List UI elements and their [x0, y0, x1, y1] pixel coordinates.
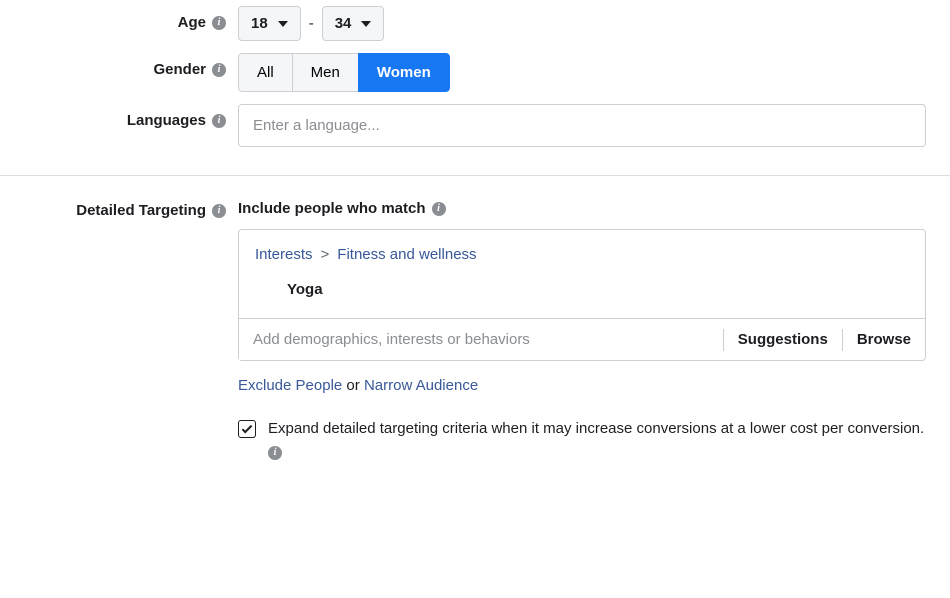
- expand-targeting-checkbox[interactable]: [238, 420, 256, 438]
- gender-option-men[interactable]: Men: [292, 53, 359, 92]
- languages-input[interactable]: [238, 104, 926, 147]
- detailed-targeting-field: Include people who match i Interests > F…: [238, 200, 950, 462]
- chevron-down-icon: [278, 21, 288, 27]
- selected-interest[interactable]: Yoga: [255, 263, 909, 298]
- languages-field: [238, 104, 950, 147]
- include-header: Include people who match i: [238, 200, 446, 217]
- chevron-down-icon: [361, 21, 371, 27]
- detailed-targeting-label-col: Detailed Targeting i: [0, 200, 238, 219]
- age-max-dropdown[interactable]: 34: [322, 6, 385, 41]
- expand-targeting-label: Expand detailed targeting criteria when …: [268, 418, 926, 462]
- gender-label-col: Gender i: [0, 53, 238, 78]
- expand-targeting-row: Expand detailed targeting criteria when …: [238, 418, 926, 462]
- gender-row: Gender i All Men Women: [0, 47, 950, 98]
- gender-field: All Men Women: [238, 53, 950, 92]
- languages-label: Languages: [127, 112, 206, 129]
- breadcrumb-separator: >: [321, 246, 330, 263]
- age-label: Age: [178, 14, 206, 31]
- section-divider: [0, 175, 950, 176]
- targeting-input-row: Suggestions Browse: [239, 318, 925, 360]
- gender-option-women[interactable]: Women: [358, 53, 450, 92]
- info-icon[interactable]: i: [432, 202, 446, 216]
- or-text: or: [342, 377, 364, 394]
- info-icon[interactable]: i: [212, 114, 226, 128]
- age-row: Age i 18 - 34: [0, 0, 950, 47]
- languages-label-col: Languages i: [0, 104, 238, 129]
- info-icon[interactable]: i: [212, 204, 226, 218]
- include-label: Include people who match: [238, 200, 426, 217]
- targeting-search-input[interactable]: [239, 319, 723, 360]
- age-range-group: 18 - 34: [238, 6, 926, 41]
- detailed-targeting-row: Detailed Targeting i Include people who …: [0, 194, 950, 468]
- age-max-value: 34: [335, 15, 352, 32]
- suggestions-button[interactable]: Suggestions: [723, 329, 842, 351]
- info-icon[interactable]: i: [212, 63, 226, 77]
- browse-button[interactable]: Browse: [842, 329, 925, 351]
- gender-label: Gender: [153, 61, 206, 78]
- gender-segmented-control: All Men Women: [238, 53, 450, 92]
- age-min-dropdown[interactable]: 18: [238, 6, 301, 41]
- breadcrumb-leaf[interactable]: Fitness and wellness: [337, 246, 476, 263]
- exclude-people-link[interactable]: Exclude People: [238, 377, 342, 394]
- narrow-audience-link[interactable]: Narrow Audience: [364, 377, 478, 394]
- age-field: 18 - 34: [238, 6, 950, 41]
- detailed-targeting-label: Detailed Targeting: [76, 202, 206, 219]
- interest-breadcrumb: Interests > Fitness and wellness: [255, 246, 909, 263]
- age-range-separator: -: [309, 15, 314, 32]
- gender-option-all[interactable]: All: [238, 53, 293, 92]
- age-label-col: Age i: [0, 6, 238, 31]
- targeting-box: Interests > Fitness and wellness Yoga Su…: [238, 229, 926, 361]
- age-min-value: 18: [251, 15, 268, 32]
- targeting-extra-links: Exclude People or Narrow Audience: [238, 377, 926, 394]
- info-icon[interactable]: i: [212, 16, 226, 30]
- expand-targeting-text: Expand detailed targeting criteria when …: [268, 420, 924, 437]
- info-icon[interactable]: i: [268, 446, 282, 460]
- languages-row: Languages i: [0, 98, 950, 153]
- breadcrumb-root[interactable]: Interests: [255, 246, 313, 263]
- checkmark-icon: [242, 422, 253, 433]
- targeting-selections: Interests > Fitness and wellness Yoga: [239, 230, 925, 318]
